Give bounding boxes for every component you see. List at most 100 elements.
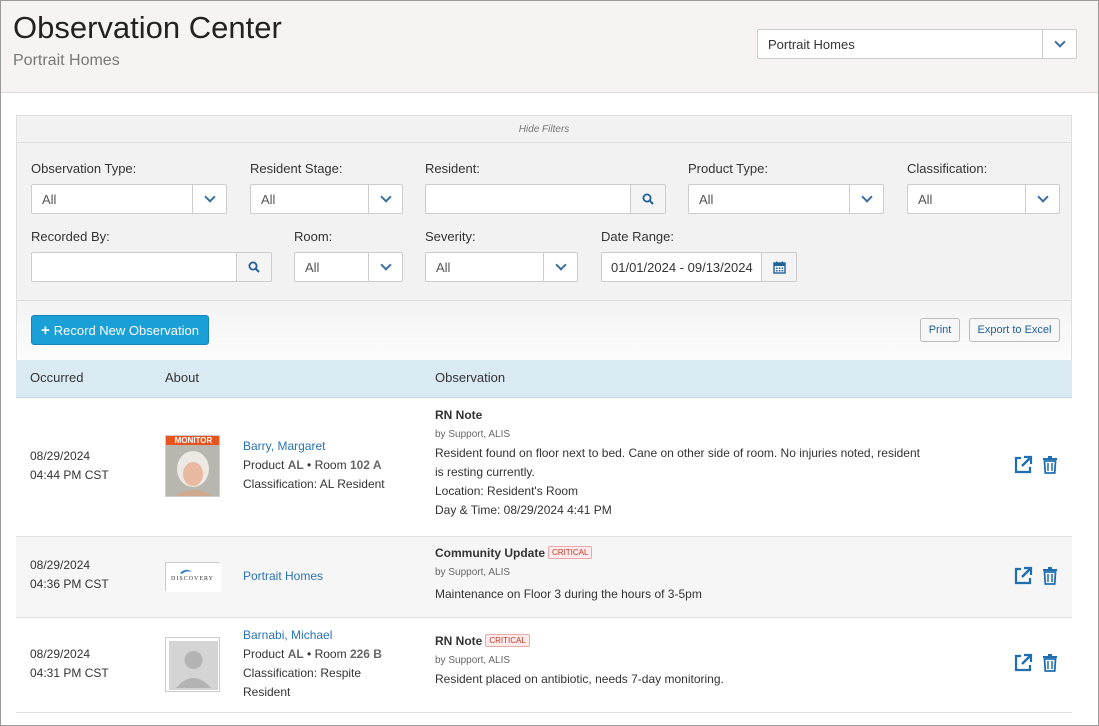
observation-title: RN Note: [435, 408, 483, 422]
column-header-occurred[interactable]: Occurred: [30, 370, 83, 385]
table-row: 08/29/2024 04:31 PM CST Barnabi, Michael…: [16, 618, 1072, 713]
avatar-placeholder-icon: [169, 641, 218, 690]
observation-toolbar: + Record New Observation Print Export to…: [16, 301, 1072, 360]
resident-stage-select[interactable]: All: [250, 184, 403, 214]
observation-author: by Support, ALIS: [435, 655, 511, 666]
occurred-time: 04:36 PM CST: [30, 577, 109, 591]
room-label: Room:: [294, 229, 333, 244]
room-toggle[interactable]: [368, 253, 402, 281]
print-button[interactable]: Print: [920, 318, 960, 342]
observation-title: RN Note: [435, 634, 483, 648]
observation-type-label: Observation Type:: [31, 161, 137, 176]
product-value: AL: [287, 458, 304, 472]
open-external-icon[interactable]: [1012, 565, 1034, 587]
observation-author: by Support, ALIS: [435, 429, 511, 440]
chevron-down-icon: [860, 191, 873, 203]
occurred-time: 04:44 PM CST: [30, 468, 109, 482]
classification-select[interactable]: All: [907, 184, 1060, 214]
column-header-about[interactable]: About: [165, 370, 199, 385]
date-range-calendar-button[interactable]: [761, 253, 796, 281]
severity-label: Severity:: [425, 229, 476, 244]
chevron-down-icon: [1036, 191, 1049, 203]
recorded-by-label: Recorded By:: [31, 229, 110, 244]
room-value: 102 A: [349, 458, 382, 472]
product-prefix: Product: [243, 458, 285, 472]
trash-icon[interactable]: [1040, 454, 1062, 476]
chevron-down-icon: [1053, 36, 1066, 48]
critical-badge: CRITICAL: [485, 634, 530, 647]
search-icon: [248, 261, 260, 273]
observation-type-toggle[interactable]: [192, 185, 226, 213]
column-header-observation[interactable]: Observation: [435, 370, 505, 385]
observation-title-line: RN Note CRITICAL: [435, 632, 965, 651]
monitor-badge: MONITOR: [166, 436, 219, 445]
product-type-label: Product Type:: [688, 161, 768, 176]
community-select[interactable]: Portrait Homes: [757, 29, 1077, 59]
about-cell: Barry, Margaret Product AL • Room 102 A …: [243, 437, 385, 494]
chevron-down-icon: [379, 259, 392, 271]
trash-icon[interactable]: [1040, 565, 1062, 587]
community-name-link[interactable]: Portrait Homes: [243, 567, 323, 586]
date-range-field[interactable]: 01/01/2024 - 09/13/2024: [601, 252, 797, 282]
table-row: 08/29/2024 04:44 PM CST MONITOR Barry, M…: [16, 398, 1072, 537]
observation-cell: RN Note CRITICAL by Support, ALIS Residen…: [435, 632, 965, 689]
trash-icon[interactable]: [1040, 652, 1062, 674]
resident-photo-image: [166, 436, 219, 496]
resident-stage-toggle[interactable]: [368, 185, 402, 213]
resident-name-link[interactable]: Barnabi, Michael: [243, 626, 382, 645]
observation-type-value: All: [42, 192, 57, 207]
observation-title-line: Community Update CRITICAL: [435, 544, 965, 563]
record-new-observation-button[interactable]: + Record New Observation: [31, 315, 209, 345]
observation-cell: Community Update CRITICAL by Support, ALI…: [435, 544, 965, 604]
page-subtitle: Portrait Homes: [13, 52, 120, 69]
severity-toggle[interactable]: [543, 253, 577, 281]
severity-value: All: [436, 260, 451, 275]
occurred-date: 08/29/2024: [30, 558, 91, 572]
classification-text: Classification: AL Resident: [243, 477, 385, 491]
room-select[interactable]: All: [294, 252, 403, 282]
observation-text-line-2: is resting currently.: [435, 465, 535, 479]
recorded-by-search-field[interactable]: [31, 252, 272, 282]
hide-filters-toggle[interactable]: Hide Filters: [17, 116, 1071, 143]
resident-search-button[interactable]: [630, 185, 665, 213]
critical-badge: CRITICAL: [548, 546, 593, 559]
product-room-line: Product AL • Room 226 B: [243, 645, 382, 664]
observation-location: Location: Resident's Room: [435, 484, 579, 498]
resident-photo[interactable]: MONITOR: [165, 435, 220, 497]
community-select-value: Portrait Homes: [768, 37, 855, 52]
product-type-toggle[interactable]: [849, 185, 883, 213]
about-cell: Barnabi, Michael Product AL • Room 226 B…: [243, 626, 382, 702]
severity-select[interactable]: All: [425, 252, 578, 282]
occurred-cell: 08/29/2024 04:36 PM CST: [30, 556, 109, 594]
classification-toggle[interactable]: [1025, 185, 1059, 213]
observation-text-line-1: Maintenance on Floor 3 during the hours …: [435, 587, 702, 601]
product-value: AL: [287, 647, 304, 661]
community-select-toggle[interactable]: [1042, 30, 1076, 58]
product-type-select[interactable]: All: [688, 184, 884, 214]
page-title: Observation Center: [13, 10, 282, 45]
search-icon: [642, 193, 654, 205]
room-prefix: • Room: [307, 647, 347, 661]
record-new-observation-label: Record New Observation: [53, 322, 199, 338]
date-range-value: 01/01/2024 - 09/13/2024: [611, 260, 753, 275]
about-cell: Portrait Homes: [243, 567, 323, 586]
resident-photo[interactable]: [165, 637, 220, 692]
occurred-time: 04:31 PM CST: [30, 666, 109, 680]
open-external-icon[interactable]: [1012, 454, 1034, 476]
observation-datetime: Day & Time: 08/29/2024 4:41 PM: [435, 503, 612, 517]
resident-search-field[interactable]: [425, 184, 666, 214]
occurred-cell: 08/29/2024 04:44 PM CST: [30, 447, 109, 485]
occurred-cell: 08/29/2024 04:31 PM CST: [30, 645, 109, 683]
calendar-icon: [772, 261, 786, 274]
chevron-down-icon: [379, 191, 392, 203]
observation-title: Community Update: [435, 546, 546, 560]
resident-name-link[interactable]: Barry, Margaret: [243, 437, 385, 456]
observation-author: by Support, ALIS: [435, 567, 511, 578]
recorded-by-search-button[interactable]: [236, 253, 271, 281]
export-to-excel-button[interactable]: Export to Excel: [969, 318, 1060, 342]
observation-type-select[interactable]: All: [31, 184, 227, 214]
open-external-icon[interactable]: [1012, 652, 1034, 674]
community-logo: DISCOVERY: [165, 562, 221, 592]
chevron-down-icon: [203, 191, 216, 203]
occurred-date: 08/29/2024: [30, 449, 91, 463]
